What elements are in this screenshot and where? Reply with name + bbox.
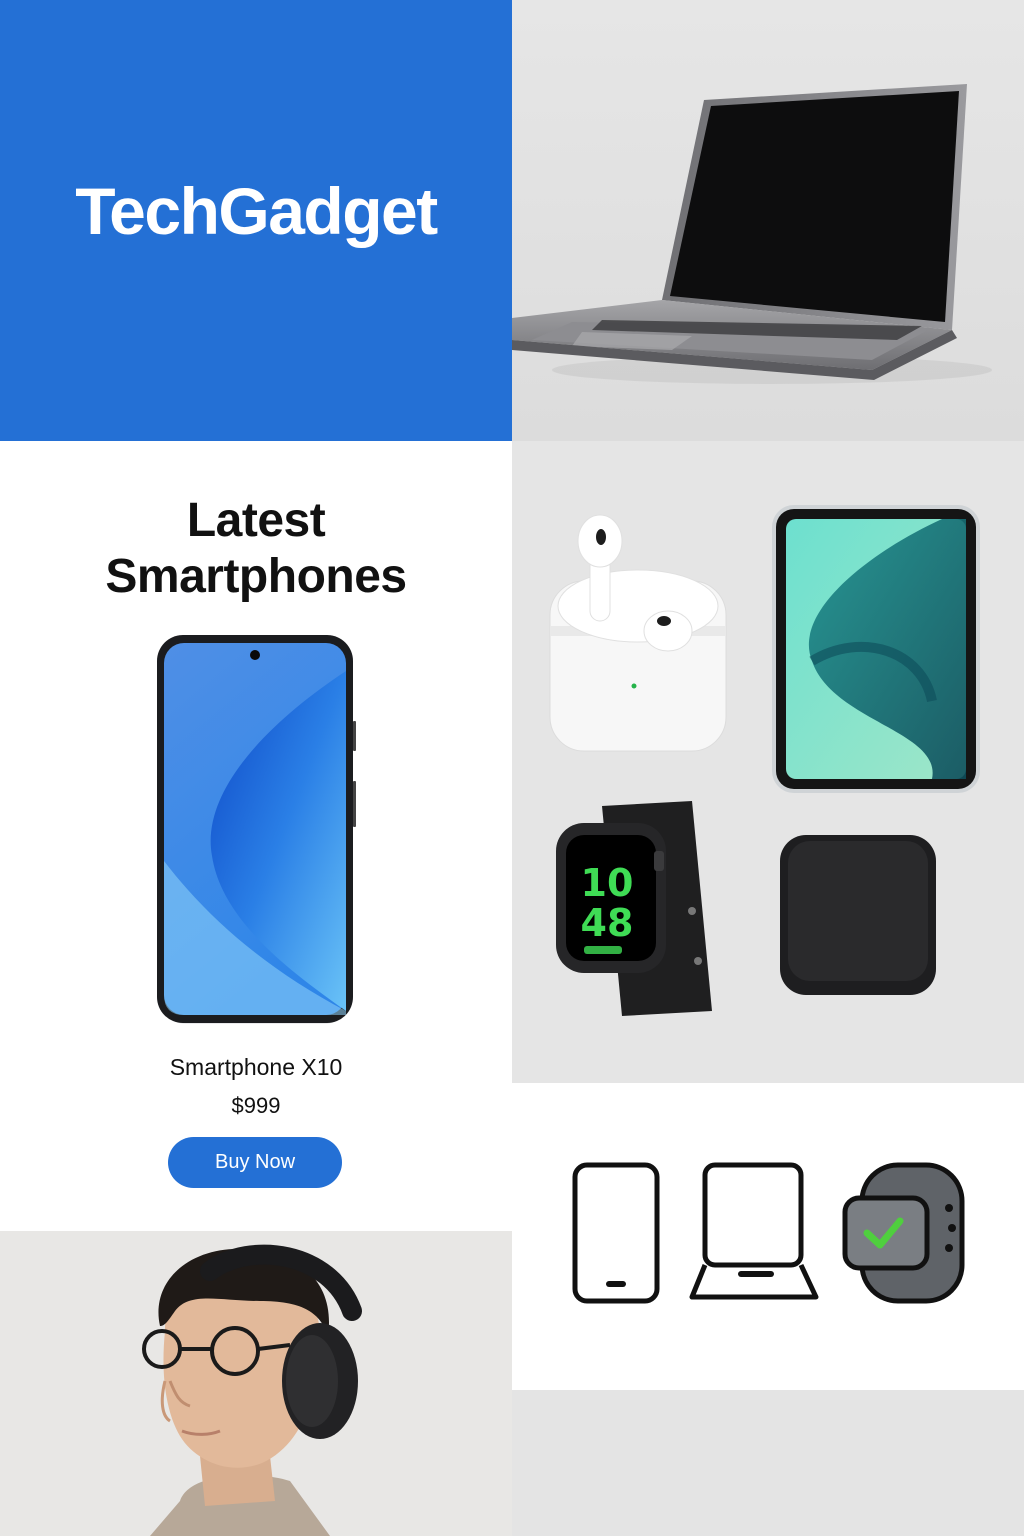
square-pad: [780, 835, 936, 995]
category-icon-row: [572, 1162, 965, 1304]
category-icons: [512, 1083, 1024, 1390]
featured-product-card: Latest Smartphones Smartphone X10 $999 B…: [0, 441, 512, 1231]
smartphone-icon[interactable]: [572, 1162, 660, 1304]
smartwatch: 10 48: [556, 801, 712, 1016]
watch-hour: 10: [581, 861, 634, 905]
person-with-headphones-illustration: [142, 1244, 362, 1536]
earbuds-case: [549, 514, 727, 752]
tablet: [772, 505, 980, 793]
headphones-lifestyle-image: [0, 1231, 512, 1536]
laptop-icon[interactable]: [689, 1162, 819, 1300]
buy-now-button[interactable]: Buy Now: [168, 1137, 342, 1188]
smartphone-image: [157, 635, 356, 1024]
section-title-line: Latest: [186, 494, 326, 547]
brand-logo-text: TechGadget: [75, 173, 438, 248]
watch-minute: 48: [581, 901, 634, 945]
smartwatch-check-icon[interactable]: [842, 1162, 965, 1304]
section-title: Latest Smartphones: [0, 493, 512, 605]
product-name: Smartphone X10: [169, 1054, 343, 1080]
product-price: $999: [231, 1093, 281, 1118]
accessories-image: 10 48: [512, 441, 1024, 1083]
brand-banner: TechGadget: [0, 0, 512, 441]
empty-tile: [512, 1390, 1024, 1536]
laptop-illustration: [512, 84, 992, 384]
accessories-illustration: 10 48: [549, 505, 980, 1016]
section-title-line: Smartphones: [105, 550, 407, 603]
laptop-image: [512, 0, 1024, 441]
